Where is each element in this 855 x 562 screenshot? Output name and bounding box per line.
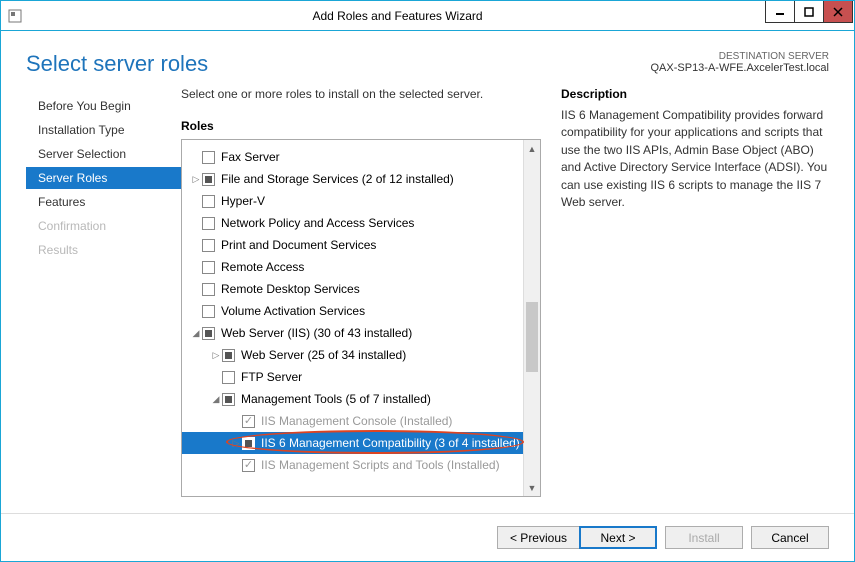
tree-row[interactable]: ▷ Web Server (25 of 34 installed) bbox=[182, 344, 523, 366]
tree-row-label: Network Policy and Access Services bbox=[221, 216, 414, 230]
checkbox[interactable] bbox=[202, 283, 215, 296]
window-title: Add Roles and Features Wizard bbox=[29, 9, 766, 23]
nav-item-installation-type[interactable]: Installation Type bbox=[26, 119, 181, 141]
checkbox[interactable] bbox=[222, 393, 235, 406]
tree-row-label: File and Storage Services (2 of 12 insta… bbox=[221, 172, 454, 186]
description-label: Description bbox=[561, 87, 829, 101]
title-bar: Add Roles and Features Wizard bbox=[1, 1, 854, 31]
tree-row[interactable]: Network Policy and Access Services bbox=[182, 212, 523, 234]
nav-item-results: Results bbox=[26, 239, 181, 261]
checkbox[interactable] bbox=[222, 371, 235, 384]
checkbox[interactable] bbox=[222, 349, 235, 362]
tree-row-label: Hyper-V bbox=[221, 194, 265, 208]
destination-label: DESTINATION SERVER bbox=[651, 51, 830, 62]
tree-row-label: Web Server (25 of 34 installed) bbox=[241, 348, 406, 362]
nav-item-before-you-begin[interactable]: Before You Begin bbox=[26, 95, 181, 117]
cancel-button[interactable]: Cancel bbox=[751, 526, 829, 549]
close-button[interactable] bbox=[823, 1, 853, 23]
tree-row[interactable]: ▷ File and Storage Services (2 of 12 inst… bbox=[182, 168, 523, 190]
tree-row[interactable]: IIS Management Console (Installed) bbox=[182, 410, 523, 432]
scroll-up-icon[interactable]: ▲ bbox=[524, 140, 540, 157]
checkbox[interactable] bbox=[202, 327, 215, 340]
window-buttons bbox=[766, 1, 854, 30]
nav-item-confirmation: Confirmation bbox=[26, 215, 181, 237]
checkbox[interactable] bbox=[202, 239, 215, 252]
destination-server: QAX-SP13-A-WFE.AxcelerTest.local bbox=[651, 62, 830, 74]
checkbox[interactable] bbox=[202, 173, 215, 186]
nav-item-features[interactable]: Features bbox=[26, 191, 181, 213]
tree-row-label: Management Tools (5 of 7 installed) bbox=[241, 392, 431, 406]
app-icon bbox=[7, 8, 23, 24]
previous-button[interactable]: < Previous bbox=[497, 526, 579, 549]
expander-icon[interactable]: ▷ bbox=[210, 350, 222, 361]
checkbox[interactable] bbox=[202, 305, 215, 318]
expander-icon[interactable]: ▷ bbox=[230, 438, 242, 449]
tree-row[interactable]: Print and Document Services bbox=[182, 234, 523, 256]
wizard-footer: < Previous Next > Install Cancel bbox=[1, 513, 854, 561]
expander-icon[interactable]: ◢ bbox=[210, 394, 222, 405]
checkbox bbox=[242, 415, 255, 428]
tree-row[interactable]: Hyper-V bbox=[182, 190, 523, 212]
next-button[interactable]: Next > bbox=[579, 526, 657, 549]
tree-row[interactable]: FTP Server bbox=[182, 366, 523, 388]
wizard-header: Select server roles DESTINATION SERVER Q… bbox=[1, 31, 854, 87]
checkbox[interactable] bbox=[202, 261, 215, 274]
roles-tree: Fax Server ▷ File and Storage Services (2 … bbox=[181, 139, 541, 497]
tree-row-label: FTP Server bbox=[241, 370, 302, 384]
checkbox[interactable] bbox=[242, 437, 255, 450]
scroll-down-icon[interactable]: ▼ bbox=[524, 479, 540, 496]
scroll-thumb[interactable] bbox=[526, 302, 538, 372]
tree-row-label: Remote Desktop Services bbox=[221, 282, 360, 296]
tree-row[interactable]: IIS Management Scripts and Tools (Instal… bbox=[182, 454, 523, 476]
checkbox bbox=[242, 459, 255, 472]
maximize-button[interactable] bbox=[794, 1, 824, 23]
install-button[interactable]: Install bbox=[665, 526, 743, 549]
checkbox[interactable] bbox=[202, 217, 215, 230]
nav-item-server-selection[interactable]: Server Selection bbox=[26, 143, 181, 165]
checkbox[interactable] bbox=[202, 151, 215, 164]
tree-row-label: Remote Access bbox=[221, 260, 304, 274]
tree-row[interactable]: Remote Desktop Services bbox=[182, 278, 523, 300]
expander-icon[interactable]: ▷ bbox=[190, 174, 202, 185]
minimize-button[interactable] bbox=[765, 1, 795, 23]
tree-row-label: Volume Activation Services bbox=[221, 304, 365, 318]
tree-row-label: Print and Document Services bbox=[221, 238, 376, 252]
tree-row[interactable]: Fax Server bbox=[182, 146, 523, 168]
instruction-text: Select one or more roles to install on t… bbox=[181, 87, 541, 101]
wizard-nav: Before You BeginInstallation TypeServer … bbox=[26, 87, 181, 497]
tree-row-label: IIS 6 Management Compatibility (3 of 4 i… bbox=[261, 436, 520, 450]
description-text: IIS 6 Management Compatibility provides … bbox=[561, 107, 829, 211]
scrollbar[interactable]: ▲ ▼ bbox=[523, 140, 540, 496]
tree-row[interactable]: ▷ IIS 6 Management Compatibility (3 of 4 … bbox=[182, 432, 523, 454]
destination-info: DESTINATION SERVER QAX-SP13-A-WFE.Axcele… bbox=[651, 51, 830, 74]
tree-row-label: Web Server (IIS) (30 of 43 installed) bbox=[221, 326, 412, 340]
nav-item-server-roles[interactable]: Server Roles bbox=[26, 167, 181, 189]
wizard-window: Add Roles and Features Wizard Select ser… bbox=[0, 0, 855, 562]
tree-row[interactable]: ◢ Web Server (IIS) (30 of 43 installed) bbox=[182, 322, 523, 344]
tree-row[interactable]: Remote Access bbox=[182, 256, 523, 278]
expander-icon[interactable]: ◢ bbox=[190, 328, 202, 339]
page-title: Select server roles bbox=[26, 51, 208, 77]
checkbox[interactable] bbox=[202, 195, 215, 208]
tree-row[interactable]: Volume Activation Services bbox=[182, 300, 523, 322]
tree-row-label: IIS Management Scripts and Tools (Instal… bbox=[261, 458, 500, 472]
roles-label: Roles bbox=[181, 119, 541, 133]
tree-row[interactable]: ◢ Management Tools (5 of 7 installed) bbox=[182, 388, 523, 410]
tree-row-label: IIS Management Console (Installed) bbox=[261, 414, 452, 428]
tree-row-label: Fax Server bbox=[221, 150, 280, 164]
